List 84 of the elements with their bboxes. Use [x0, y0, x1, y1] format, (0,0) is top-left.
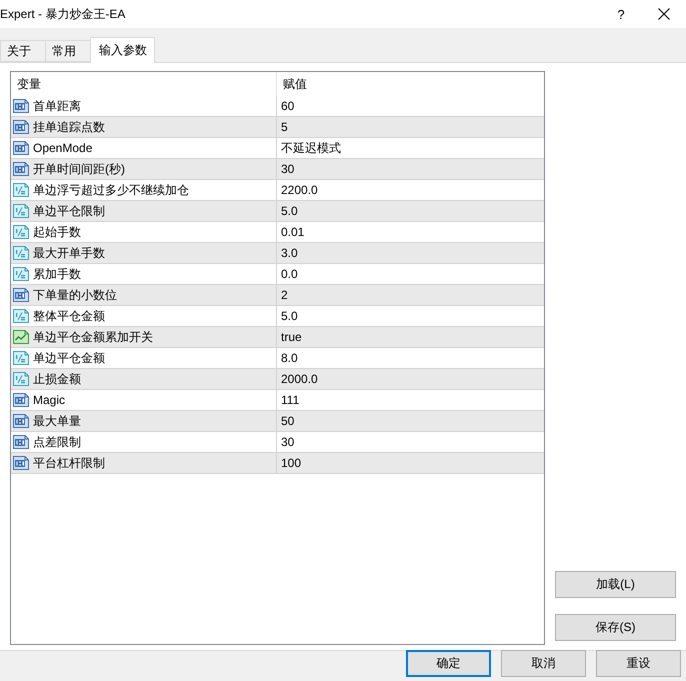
parameter-name: 下单量的小数位	[33, 286, 117, 304]
parameter-name: 平台杠杆限制	[33, 454, 105, 472]
fraction-tile-icon	[13, 372, 29, 386]
fraction-tile-icon	[13, 351, 29, 365]
side-button[interactable]: 保存(S)	[555, 614, 676, 641]
table-row[interactable]: 平台杠杆限制 100	[11, 453, 544, 474]
fraction-tile-icon	[13, 246, 29, 260]
parameter-value: 不延迟模式	[280, 140, 342, 156]
window-title: Expert - 暴力炒金王-EA	[0, 6, 126, 22]
number-tile-icon	[13, 162, 29, 176]
parameter-name: 整体平仓金额	[33, 308, 105, 324]
table-row[interactable]: 单边平仓金额 8.0	[11, 348, 544, 369]
parameter-value: 60	[280, 98, 296, 115]
parameter-name: 单边平仓限制	[33, 202, 105, 220]
fraction-tile-icon	[13, 204, 29, 218]
table-row[interactable]: 单边平仓限制 5.0	[11, 201, 544, 222]
parameter-value: 30	[280, 161, 296, 178]
number-tile-icon	[13, 456, 29, 470]
side-button[interactable]: 加载(L)	[555, 571, 676, 598]
parameter-value: 2200.0	[280, 182, 319, 199]
parameter-value: 0.0	[280, 266, 299, 283]
tab[interactable]: 输入参数	[90, 37, 155, 63]
number-tile-icon	[13, 414, 29, 428]
table-row[interactable]: 开单时间间距(秒) 30	[11, 159, 544, 180]
table-row[interactable]: 点差限制 30	[11, 432, 544, 453]
table-row[interactable]: 整体平仓金额 5.0	[11, 306, 544, 327]
table-row[interactable]: 止损金额 2000.0	[11, 369, 544, 390]
close-icon	[658, 8, 670, 20]
parameter-value: 2	[280, 287, 289, 304]
fraction-tile-icon	[13, 225, 29, 239]
parameter-value: 3.0	[280, 245, 299, 262]
number-tile-icon	[13, 99, 29, 113]
parameter-name: 最大单量	[33, 412, 81, 430]
table-row[interactable]: 最大单量 50	[11, 411, 544, 432]
table-row[interactable]: 最大开单手数 3.0	[11, 243, 544, 264]
parameter-name: 点差限制	[33, 434, 81, 450]
tab[interactable]: 关于	[0, 40, 46, 62]
parameter-name: 单边平仓金额累加开关	[33, 328, 153, 346]
parameter-value: 100	[280, 455, 302, 472]
table-row[interactable]: 单边平仓金额累加开关 true	[11, 327, 544, 348]
parameter-value: 0.01	[280, 224, 306, 241]
table-row[interactable]: 挂单追踪点数 5	[11, 117, 544, 138]
parameter-name: 最大开单手数	[33, 244, 105, 262]
table-row[interactable]: 下单量的小数位 2	[11, 285, 544, 306]
graph-tile-icon	[13, 330, 29, 344]
table-row[interactable]: OpenMode 不延迟模式	[11, 138, 544, 159]
table-row[interactable]: 单边浮亏超过多少不继续加仓 2200.0	[11, 180, 544, 201]
table-row[interactable]: Magic 111	[11, 390, 544, 411]
parameter-value: 8.0	[280, 350, 299, 367]
number-tile-icon	[13, 141, 29, 155]
parameter-name: 单边浮亏超过多少不继续加仓	[33, 182, 189, 198]
number-tile-icon	[13, 288, 29, 302]
parameter-name: 挂单追踪点数	[33, 118, 105, 136]
help-button[interactable]: ?	[606, 0, 636, 28]
fraction-tile-icon	[13, 267, 29, 281]
fraction-tile-icon	[13, 309, 29, 323]
parameter-name: 单边平仓金额	[33, 350, 105, 366]
dialog-button[interactable]: 确定	[406, 650, 491, 677]
parameter-value: true	[280, 329, 303, 346]
parameter-name: 首单距离	[33, 98, 81, 114]
column-header[interactable]: 赋值	[277, 72, 544, 96]
table-row[interactable]: 起始手数 0.01	[11, 222, 544, 243]
parameter-value: 50	[280, 413, 296, 430]
number-tile-icon	[13, 393, 29, 407]
fraction-tile-icon	[13, 183, 29, 197]
parameter-name: 止损金额	[33, 370, 81, 388]
parameter-value: 5	[280, 119, 289, 136]
parameter-value: 30	[280, 434, 296, 451]
table-row[interactable]: 累加手数 0.0	[11, 264, 544, 285]
table-row[interactable]: 首单距离 60	[11, 96, 544, 117]
parameter-name: Magic	[33, 393, 66, 407]
parameter-name: 起始手数	[33, 224, 81, 240]
parameter-value: 5.0	[280, 308, 299, 325]
dialog-button[interactable]: 重设	[596, 650, 681, 677]
number-tile-icon	[13, 435, 29, 449]
number-tile-icon	[13, 120, 29, 134]
dialog-button[interactable]: 取消	[501, 650, 586, 677]
parameter-value: 5.0	[280, 203, 299, 220]
parameter-value: 111	[280, 392, 300, 409]
tab[interactable]: 常用	[45, 40, 91, 62]
parameter-name: 累加手数	[33, 266, 81, 282]
parameter-name: 开单时间间距(秒)	[33, 160, 125, 178]
parameter-name: OpenMode	[33, 141, 92, 155]
parameter-value: 2000.0	[280, 371, 319, 388]
